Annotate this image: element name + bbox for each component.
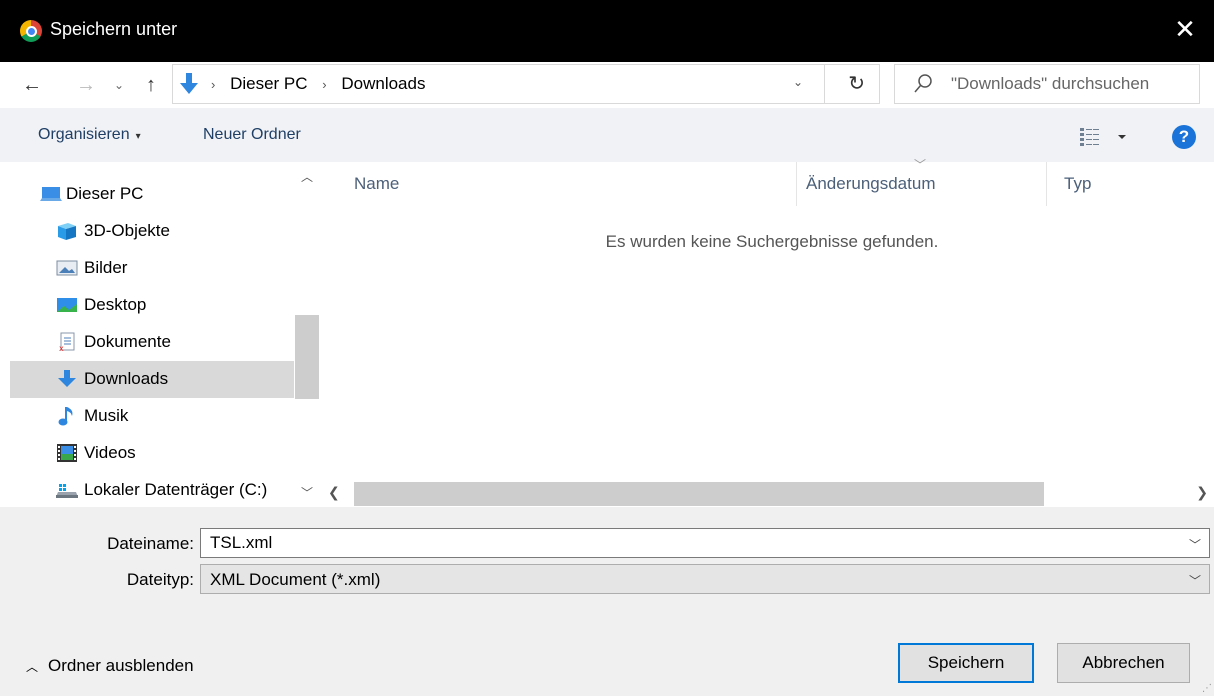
sidebar-item-music[interactable]: Musik: [10, 398, 294, 435]
resize-grip-icon[interactable]: ⋰: [1202, 683, 1212, 694]
column-divider[interactable]: [1046, 162, 1047, 206]
pictures-icon: [56, 260, 78, 276]
filename-input[interactable]: [210, 531, 1170, 555]
save-button[interactable]: Speichern: [898, 643, 1034, 683]
sidebar-item-label: Bilder: [84, 258, 128, 277]
breadcrumb: › Dieser PC › Downloads: [211, 74, 425, 94]
close-button[interactable]: ✕: [1168, 12, 1202, 48]
sidebar-item-label: Dokumente: [84, 332, 171, 351]
sort-descending-icon: ﹀: [914, 158, 927, 172]
sidebar-item-label: Dieser PC: [66, 184, 144, 203]
scroll-up-arrow-icon[interactable]: ︿: [294, 168, 320, 185]
search-box[interactable]: [894, 64, 1200, 104]
refresh-button[interactable]: ↻: [848, 71, 865, 96]
filetype-label: Dateityp:: [126, 570, 194, 589]
file-list-horizontal-scrollbar[interactable]: ❮ ❯: [320, 482, 1214, 507]
title-bar: Speichern unter ✕: [0, 0, 1214, 62]
breadcrumb-separator: ›: [211, 77, 216, 92]
sidebar-item-label: Downloads: [84, 369, 169, 388]
address-divider: [824, 65, 825, 103]
command-toolbar: Organisieren ▾ Neuer Ordner ?: [0, 108, 1214, 162]
chevron-down-icon[interactable]: ﹀: [1189, 536, 1201, 553]
sidebar-item-local-drive[interactable]: Lokaler Datenträger (C:): [10, 472, 294, 507]
svg-text:x: x: [59, 344, 64, 352]
desktop-icon: [57, 298, 77, 312]
column-header-type[interactable]: Typ: [1064, 174, 1091, 194]
filetype-selected-value: XML Document (*.xml): [210, 570, 381, 589]
search-icon: [914, 74, 932, 93]
sidebar-item-downloads[interactable]: Downloads: [10, 361, 294, 398]
address-dropdown-button[interactable]: ⌄: [793, 75, 803, 89]
filetype-select[interactable]: XML Document (*.xml) ﹀: [200, 564, 1210, 594]
drive-icon: [56, 484, 78, 498]
scroll-right-arrow-icon[interactable]: ❯: [1196, 484, 1208, 501]
help-button[interactable]: ?: [1172, 125, 1196, 149]
empty-state-message: Es wurden keine Suchergebnisse gefunden.: [605, 232, 939, 251]
sidebar-item-3d-objects[interactable]: 3D-Objekte: [10, 213, 294, 250]
scroll-left-arrow-icon[interactable]: ❮: [328, 484, 340, 501]
music-icon: [58, 407, 73, 426]
search-input[interactable]: [951, 70, 1191, 98]
sidebar-item-documents[interactable]: x Dokumente: [10, 324, 294, 361]
breadcrumb-item-this-pc[interactable]: Dieser PC: [230, 74, 307, 93]
chevron-up-icon: ︿: [26, 660, 39, 674]
organize-label: Organisieren: [38, 126, 130, 143]
breadcrumb-item-downloads[interactable]: Downloads: [341, 74, 425, 93]
filename-label: Dateiname:: [107, 534, 194, 553]
videos-icon: [57, 444, 77, 462]
scrollbar-thumb[interactable]: [295, 315, 319, 399]
chevron-down-icon[interactable]: ﹀: [1189, 572, 1201, 589]
pc-icon: [40, 187, 62, 201]
cancel-button[interactable]: Abbrechen: [1057, 643, 1190, 683]
sidebar-item-pictures[interactable]: Bilder: [10, 250, 294, 287]
window-title: Speichern unter: [50, 19, 178, 39]
forward-button[interactable]: →: [72, 70, 100, 100]
sidebar-item-label: Lokaler Datenträger (C:): [84, 480, 268, 499]
3d-objects-icon: [58, 223, 76, 240]
filename-combobox[interactable]: ﹀: [200, 528, 1210, 558]
sidebar-item-this-pc[interactable]: Dieser PC: [10, 176, 294, 213]
file-list: Name ﹀ Änderungsdatum Typ Es wurden kein…: [320, 158, 1214, 482]
sidebar-item-desktop[interactable]: Desktop: [10, 287, 294, 324]
breadcrumb-separator: ›: [322, 77, 327, 92]
downloads-icon: [58, 370, 76, 387]
scroll-down-arrow-icon[interactable]: ﹀: [294, 484, 320, 501]
navigation-pane: Dieser PC 3D-Objekte Bilder Desktop x Do…: [0, 162, 294, 507]
address-bar[interactable]: › Dieser PC › Downloads ⌄ ↻: [172, 64, 880, 104]
address-row: ← → ⌄ ↑ › Dieser PC › Downloads ⌄ ↻: [0, 62, 1214, 108]
up-button[interactable]: ↑: [138, 70, 164, 100]
view-options-button[interactable]: [1078, 126, 1128, 148]
column-divider[interactable]: [796, 162, 797, 206]
navigation-scrollbar[interactable]: ︿ ﹀: [294, 162, 320, 507]
sidebar-item-label: Musik: [84, 406, 129, 425]
back-button[interactable]: ←: [18, 70, 46, 100]
new-folder-button[interactable]: Neuer Ordner: [203, 126, 301, 144]
recent-locations-button[interactable]: ⌄: [110, 70, 128, 100]
scrollbar-thumb[interactable]: [354, 482, 1044, 506]
column-header-name[interactable]: Name: [354, 174, 399, 194]
sidebar-item-videos[interactable]: Videos: [10, 435, 294, 472]
documents-icon: x: [59, 332, 75, 352]
column-header-date[interactable]: Änderungsdatum: [806, 174, 935, 194]
downloads-icon: [180, 73, 198, 94]
sidebar-item-label: 3D-Objekte: [84, 221, 170, 240]
caret-down-icon: ▾: [135, 131, 141, 142]
chrome-icon: [20, 20, 42, 42]
hide-folders-button[interactable]: ︿ Ordner ausblenden: [26, 656, 194, 676]
hide-folders-label: Ordner ausblenden: [48, 656, 194, 675]
sidebar-item-label: Videos: [84, 443, 136, 462]
organize-button[interactable]: Organisieren ▾: [38, 126, 141, 144]
sidebar-item-label: Desktop: [84, 295, 147, 314]
